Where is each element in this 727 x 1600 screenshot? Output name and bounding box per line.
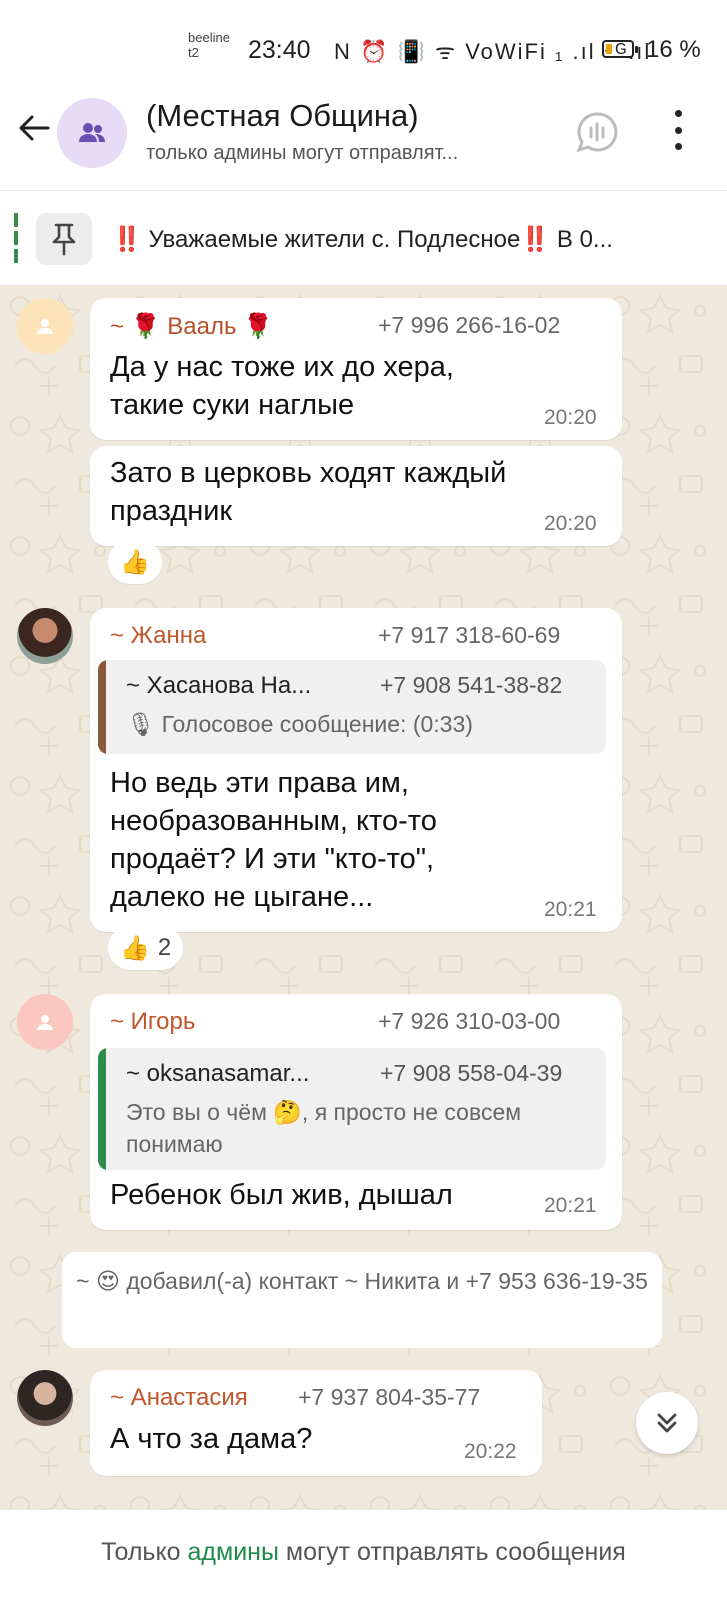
avatar[interactable] [17, 298, 73, 354]
pinned-suffix: ‼️ [520, 226, 551, 253]
person-icon [37, 1015, 53, 1030]
group-avatar[interactable] [57, 98, 127, 168]
message-bubble[interactable]: ~ Жанна +7 917 318-60-69 ~ Хасанова На..… [90, 608, 622, 932]
read-only-footer: Только админы могут отправлять сообщения [0, 1510, 727, 1600]
message-bubble[interactable]: Зато в церковь ходят каждый праздник 20:… [90, 446, 622, 546]
pinned-body: Уважаемые жители с. Подлесное [141, 226, 521, 253]
message-text: А что за дама? [110, 1423, 313, 1455]
group-icon [79, 123, 105, 142]
reaction-badge[interactable]: 👍 2 [108, 926, 184, 970]
person-icon [37, 319, 53, 334]
status-bar: beeline t2 23:40 N ⏰ 📳 ᯤ VoWiFi ₁ .ıl ⁴ᴳ… [0, 0, 727, 80]
quote-sender: ~ oksanasamar... [126, 1060, 310, 1087]
message-text: Да у нас тоже их до хера, такие суки наг… [110, 351, 454, 421]
group-subtitle[interactable]: только админы могут отправлят... [146, 142, 458, 165]
carrier-top: beeline [188, 30, 230, 45]
group-title[interactable]: (Местная Община) [146, 98, 419, 134]
pinned-prefix: ‼️ [112, 226, 142, 253]
pin-icon[interactable] [36, 213, 92, 265]
sender-phone: +7 926 310-03-00 [378, 1008, 561, 1034]
quote-bar [98, 1048, 106, 1170]
system-message: ~ 😍 добавил(-а) контакт ~ Никита и +7 95… [62, 1252, 662, 1348]
message-time: 20:22 [464, 1440, 517, 1463]
chat-header: (Местная Община) только админы могут отп… [0, 80, 727, 190]
battery-percent: 16 % [646, 36, 701, 63]
message-text: Зато в церковь ходят каждый праздник [110, 457, 507, 527]
pinned-indicator [14, 213, 18, 263]
message-time: 20:21 [544, 1194, 597, 1217]
message-time: 20:20 [544, 406, 597, 429]
more-vertical-icon[interactable] [668, 110, 688, 150]
battery-icon [602, 40, 638, 58]
quote-phone: +7 908 558-04-39 [380, 1060, 563, 1086]
quote-text: 🎙 Голосовое сообщение: (0:33) [126, 711, 473, 737]
sender-name[interactable]: ~ Игорь [110, 1008, 195, 1036]
quoted-message[interactable]: ~ oksanasamar... +7 908 558-04-39 Это вы… [98, 1048, 606, 1170]
sender-name[interactable]: ~ Анастасия [110, 1384, 248, 1412]
pinned-message-bar[interactable]: ‼️ Уважаемые жители с. Подлесное‼️ В 0..… [0, 190, 727, 286]
double-chevron-down-icon [657, 1413, 677, 1433]
message-text: Но ведь эти права им, необразованным, кт… [110, 767, 437, 913]
message-text: Ребенок был жив, дышал [110, 1179, 453, 1211]
status-time: 23:40 [248, 36, 311, 64]
pinned-text: ‼️ Уважаемые жители с. Подлесное‼️ В 0..… [112, 225, 712, 254]
sender-name[interactable]: ~ Жанна [110, 622, 206, 650]
sender-phone: +7 917 318-60-69 [378, 622, 561, 648]
avatar[interactable] [17, 608, 73, 664]
reaction-badge[interactable]: 👍 [108, 540, 162, 584]
carrier-bottom: t2 [188, 45, 199, 60]
footer-text-after: могут отправлять сообщения [278, 1538, 626, 1566]
message-time: 20:20 [544, 512, 597, 535]
quoted-message[interactable]: ~ Хасанова На... +7 908 541-38-82 🎙 Голо… [98, 660, 606, 754]
thumbs-up-icon: 👍 [120, 548, 150, 576]
thumbs-up-icon: 👍 [120, 934, 150, 962]
scroll-down-button[interactable] [636, 1392, 698, 1454]
quote-sender: ~ Хасанова На... [126, 672, 312, 699]
footer-text-before: Только [101, 1538, 188, 1566]
message-time: 20:21 [544, 898, 597, 921]
reaction-count: 2 [157, 934, 172, 961]
avatar[interactable] [17, 994, 73, 1050]
message-bubble[interactable]: ~ Анастасия +7 937 804-35-77 А что за да… [90, 1370, 542, 1476]
message-bubble[interactable]: ~ 🌹 Вааль 🌹 +7 996 266-16-02 Да у нас то… [90, 298, 622, 440]
sender-name[interactable]: ~ 🌹 Вааль 🌹 [110, 312, 273, 341]
pinned-tail: В 0... [550, 226, 613, 253]
carrier-label: beeline t2 [188, 30, 230, 60]
avatar[interactable] [17, 1370, 73, 1426]
admins-link[interactable]: админы [188, 1538, 279, 1566]
message-bubble[interactable]: ~ Игорь +7 926 310-03-00 ~ oksanasamar..… [90, 994, 622, 1230]
sender-phone: +7 937 804-35-77 [298, 1384, 481, 1410]
chat-area[interactable]: ~ 🌹 Вааль 🌹 +7 996 266-16-02 Да у нас то… [0, 286, 727, 1510]
voice-chat-icon[interactable] [575, 110, 619, 154]
sender-phone: +7 996 266-16-02 [378, 312, 561, 338]
quote-text: Это вы о чём 🤔, я просто не совсем поним… [126, 1099, 522, 1157]
quote-phone: +7 908 541-38-82 [380, 672, 563, 698]
arrow-left-icon[interactable] [16, 110, 56, 150]
quote-bar [98, 660, 106, 754]
